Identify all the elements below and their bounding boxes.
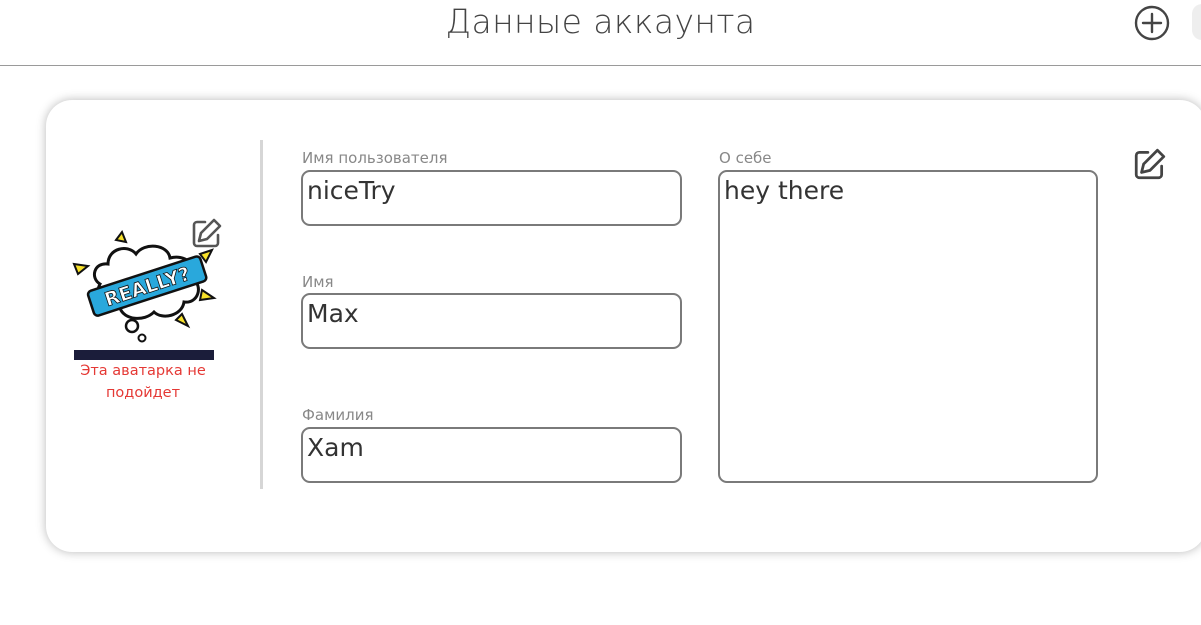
about-textarea[interactable]: hey there (718, 170, 1098, 483)
account-page: Данные аккаунта REALLY? Эта аватарка не … (0, 0, 1201, 625)
header-edge-control (1192, 4, 1201, 40)
edit-profile-button[interactable] (1132, 146, 1168, 182)
page-title: Данные аккаунта (445, 2, 756, 41)
vertical-divider (260, 140, 263, 489)
plus-circle-icon (1134, 5, 1170, 41)
pencil-square-icon (192, 218, 222, 248)
username-label: Имя пользователя (302, 149, 448, 167)
first-name-input[interactable]: Max (301, 293, 682, 349)
header: Данные аккаунта (0, 0, 1201, 66)
add-button[interactable] (1134, 5, 1170, 41)
first-name-label: Имя (302, 273, 334, 291)
last-name-input[interactable]: Xam (301, 427, 682, 483)
last-name-label: Фамилия (302, 406, 374, 424)
profile-card: REALLY? Эта аватарка не подойдет Имя пол… (46, 100, 1201, 552)
avatar-edit-button[interactable] (190, 216, 224, 250)
username-input[interactable]: niceTry (301, 170, 682, 226)
avatar: REALLY? (72, 228, 217, 360)
pencil-square-icon (1134, 148, 1166, 180)
about-label: О себе (719, 149, 772, 167)
avatar-error-text: Эта аватарка не подойдет (80, 363, 206, 401)
